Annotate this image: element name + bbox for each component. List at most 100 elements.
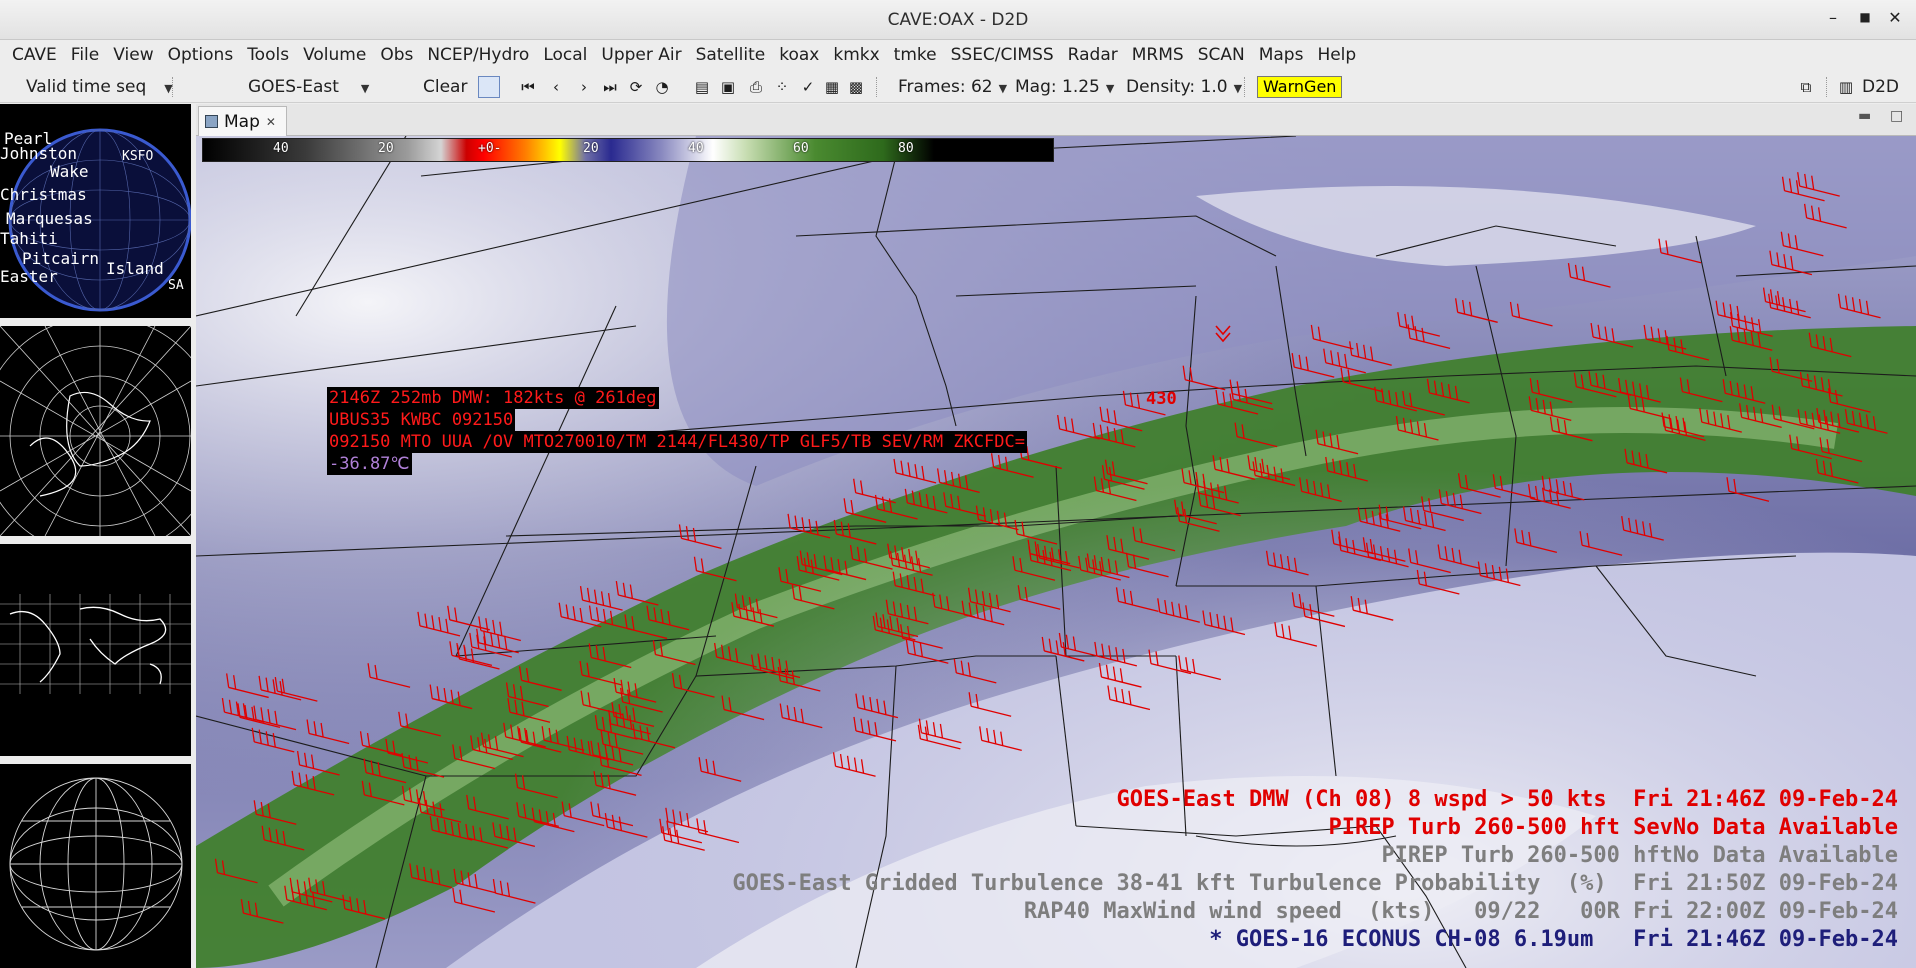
legend-pirep[interactable]: PIREP Turb 260-500 hftNo Data Available [1381, 842, 1898, 870]
toolbar-separator [876, 77, 878, 97]
menu-koax[interactable]: koax [772, 41, 826, 70]
first-frame-icon[interactable]: ⏮ [518, 77, 538, 97]
maximize-pane-icon[interactable]: □ [1890, 108, 1903, 124]
northern-hemisphere-pane[interactable] [0, 326, 191, 536]
globe-pane[interactable]: Pearl Johnston KSFO Wake Christmas Marqu… [0, 104, 191, 318]
menu-kmkx[interactable]: kmkx [826, 41, 886, 70]
chevron-down-icon: ▼ [1233, 82, 1243, 95]
title-bar: CAVE:OAX - D2D – ■ ✕ [0, 0, 1916, 40]
menu-tmke[interactable]: tmke [887, 41, 944, 70]
sample-icon[interactable]: ✓ [798, 77, 818, 97]
close-tab-icon[interactable]: ✕ [266, 115, 276, 129]
legend-turbulence[interactable]: GOES-East Gridded Turbulence 38-41 kft T… [732, 870, 1898, 898]
print-icon[interactable]: ⎙ [746, 77, 766, 97]
sample-readout: 2146Z 252mb DMW: 182kts @ 261deg UBUS35 … [327, 387, 1027, 475]
menu-local[interactable]: Local [536, 41, 594, 70]
frames-label: Frames: 62 [898, 77, 993, 97]
mag-select[interactable]: Mag: 1.25 ▼ [1015, 77, 1114, 97]
colorbar-tick: 20 [378, 141, 394, 156]
globe-label: Johnston [0, 144, 77, 163]
toolbar: Valid time seq ▼ GOES-East ▼ Clear ⏮ ‹ › ⏭… [0, 71, 1916, 103]
colorbar: 40 20 +0- 20 40 60 80 [202, 138, 1054, 162]
menu-scan[interactable]: SCAN [1191, 41, 1252, 70]
sample-pirep-header: UBUS35 KWBC 092150 [327, 409, 516, 431]
clear-button[interactable]: Clear [423, 77, 467, 97]
menu-help[interactable]: Help [1310, 41, 1363, 70]
editor-tab-strip: Map ✕ ▬ □ [196, 104, 1916, 136]
menu-options[interactable]: Options [161, 41, 241, 70]
colorbar-tick: 20 [583, 141, 599, 156]
window-title: CAVE:OAX - D2D [887, 10, 1029, 30]
chevron-down-icon: ▼ [360, 82, 370, 95]
menu-mrms[interactable]: MRMS [1125, 41, 1191, 70]
menu-obs[interactable]: Obs [373, 41, 420, 70]
legend-goes16[interactable]: * GOES-16 ECONUS CH-08 6.19um Fri 21:46Z… [1209, 926, 1898, 954]
cave-window: CAVE:OAX - D2D – ■ ✕ CAVE File View Options… [0, 0, 1916, 968]
toolbar-separator [1826, 77, 1828, 97]
legend-rap40[interactable]: RAP40 MaxWind wind speed (kts) 09/22 00R… [1024, 898, 1898, 926]
panel-1-icon[interactable]: ▦ [822, 77, 842, 97]
frames-select[interactable]: Frames: 62 ▼ [898, 77, 1007, 97]
mag-label: Mag: 1.25 [1015, 77, 1100, 97]
menu-file[interactable]: File [64, 41, 106, 70]
colorbar-tick: 40 [273, 141, 289, 156]
globe-label: KSFO [122, 149, 153, 164]
legend-dmw[interactable]: GOES-East DMW (Ch 08) 8 wspd > 50 kts Fr… [1117, 786, 1898, 814]
globe-label: Tahiti [0, 229, 58, 248]
world-pane[interactable] [0, 544, 191, 756]
tab-map[interactable]: Map ✕ [198, 106, 287, 136]
sample-temperature: -36.87℃ [327, 453, 412, 475]
panel-4-icon[interactable]: ▩ [846, 77, 866, 97]
zoom-extent-icon[interactable] [478, 76, 500, 98]
menu-upper-air[interactable]: Upper Air [594, 41, 688, 70]
step-back-icon[interactable]: ‹ [546, 77, 566, 97]
source-label: GOES-East [248, 77, 339, 97]
menu-cave[interactable]: CAVE [5, 41, 64, 70]
colorbar-tick: 40 [688, 141, 704, 156]
menu-tools[interactable]: Tools [240, 41, 296, 70]
menu-radar[interactable]: Radar [1061, 41, 1125, 70]
last-frame-icon[interactable]: ⏭ [600, 77, 620, 97]
toolbar-separator [1244, 77, 1246, 97]
menu-satellite[interactable]: Satellite [689, 41, 773, 70]
sample-pirep-text: 092150 MTO UUA /OV MTO270010/TM 2144/FL4… [327, 431, 1027, 453]
globe-label: Pitcairn [22, 249, 99, 268]
close-icon[interactable]: ✕ [1884, 8, 1906, 27]
loop-icon[interactable]: ⟳ [626, 77, 646, 97]
minimize-pane-icon[interactable]: ▬ [1858, 108, 1871, 124]
globe-label: Wake [50, 162, 89, 181]
menu-ncep-hydro[interactable]: NCEP/Hydro [420, 41, 536, 70]
d2d-perspective-icon[interactable]: ▥ [1836, 77, 1856, 97]
menu-volume[interactable]: Volume [296, 41, 373, 70]
minimize-icon[interactable]: – [1822, 8, 1844, 27]
density-label: Density: 1.0 [1126, 77, 1228, 97]
pirep-flight-level: 430 [1146, 389, 1177, 409]
density-select[interactable]: Density: 1.0 ▼ [1126, 77, 1242, 97]
toolbar-separator [172, 77, 174, 97]
globe-label: Marquesas [6, 209, 93, 228]
open-perspective-icon[interactable]: ⧉ [1796, 77, 1816, 97]
step-forward-icon[interactable]: › [574, 77, 594, 97]
warngen-button[interactable]: WarnGen [1257, 76, 1343, 98]
globe-label: Easter [0, 267, 58, 286]
hemisphere-globe-pane[interactable] [0, 764, 191, 968]
tab-label: Map [224, 111, 260, 132]
time-mode-select[interactable]: Valid time seq ▼ [26, 77, 173, 97]
menu-view[interactable]: View [106, 41, 160, 70]
source-select[interactable]: GOES-East ▼ [248, 77, 369, 97]
image-properties-icon[interactable]: ▣ [718, 77, 738, 97]
globe-label: Island [106, 259, 164, 278]
menu-maps[interactable]: Maps [1252, 41, 1311, 70]
legend-pirep-sev[interactable]: PIREP Turb 260-500 hft SevNo Data Availa… [1328, 814, 1898, 842]
load-icon[interactable]: ▤ [692, 77, 712, 97]
d2d-perspective-button[interactable]: D2D [1862, 77, 1899, 97]
points-icon[interactable]: ⁘ [772, 77, 792, 97]
map-display[interactable]: 40 20 +0- 20 40 60 80 2146Z 252mb DMW: 1… [196, 136, 1916, 968]
menu-bar: CAVE File View Options Tools Volume Obs NCEP/Hy… [0, 41, 1916, 70]
maximize-icon[interactable]: ■ [1854, 10, 1876, 24]
time-options-icon[interactable]: ◔ [652, 77, 672, 97]
map-icon [205, 115, 218, 128]
menu-ssec-cimss[interactable]: SSEC/CIMSS [944, 41, 1061, 70]
time-mode-label: Valid time seq [26, 77, 147, 97]
chevron-down-icon: ▼ [998, 82, 1008, 95]
